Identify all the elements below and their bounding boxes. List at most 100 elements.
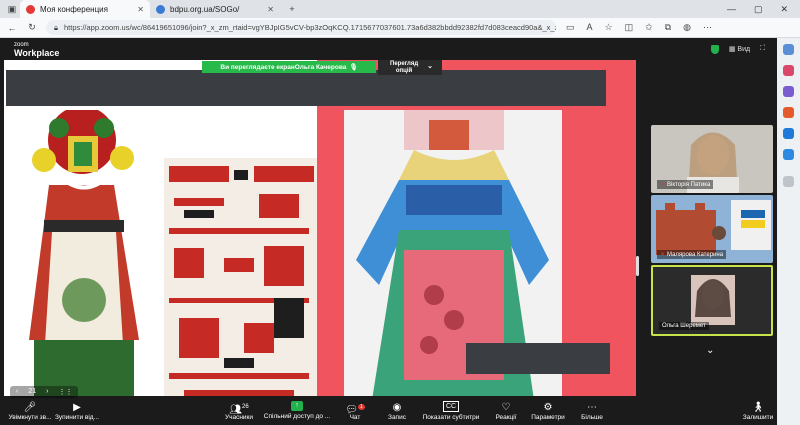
captions-label: Показати субтитри (422, 413, 480, 421)
reactions-label: Реакції (495, 413, 517, 421)
security-shield-icon[interactable] (710, 44, 719, 54)
read-aloud-icon[interactable]: A (587, 22, 593, 33)
view-label: Вид (737, 46, 751, 53)
tab-zoom-conference[interactable]: Моя конференция ✕ (20, 0, 150, 18)
chat-button[interactable]: 💬︎ 1 Чат (342, 396, 368, 425)
share-arrow-icon: ↑ (291, 401, 303, 411)
collections-icon[interactable]: ⧉ (665, 22, 671, 33)
back-icon[interactable]: ← (4, 23, 20, 33)
participant-tile[interactable]: ✕ Малярова Катерина (651, 195, 773, 263)
tools-icon[interactable] (783, 86, 794, 97)
participants-count: 26 (242, 403, 249, 410)
split-screen-icon[interactable]: ◫ (625, 22, 634, 33)
heart-icon: ♡ (501, 401, 511, 413)
slide-caption-box (466, 343, 610, 374)
participant-name: Ольга Шеремет (662, 323, 706, 329)
share-screen-button[interactable]: ↑ Спільний доступ до ... (264, 396, 330, 425)
reload-icon[interactable]: ↻ (24, 22, 40, 33)
browser-tab-bar: ▣ Моя конференция ✕ bdpu.org.ua/SOGo/ ✕ … (0, 0, 800, 18)
gear-icon: ⚙ (543, 401, 553, 413)
search-icon[interactable] (783, 44, 794, 55)
outlook-icon[interactable] (783, 128, 794, 139)
leave-icon: 🚶︎ (751, 401, 765, 413)
address-bar: ← ↻ 🔒︎ https://app.zoom.us/wc/8641965109… (0, 18, 800, 38)
embroidery-pattern-image (164, 158, 318, 416)
fullscreen-icon[interactable]: ⛶ (760, 45, 765, 53)
next-page-icon[interactable]: › (46, 388, 48, 396)
view-button[interactable]: ▦ Вид (729, 45, 750, 53)
tab-actions-icon[interactable]: ▣ (4, 4, 20, 15)
url-field[interactable]: 🔒︎ https://app.zoom.us/wc/86419651096/jo… (46, 20, 556, 35)
participant-tile[interactable]: ✕ Вікторія Патика (651, 125, 773, 193)
captions-cc-icon: CC (442, 400, 460, 412)
more-label: Більше (581, 413, 603, 421)
participant-name-tag: ✕ Малярова Катерина (657, 250, 727, 259)
zoom-window: zoom Workplace ▦ Вид ⛶ Ви переглядаєте е… (0, 38, 777, 425)
chevron-down-icon: ⌄ (427, 63, 433, 71)
zoom-favicon-icon (26, 4, 35, 14)
meeting-toolbar: 🎤︎ Увімкнути зв... ▶︎ Зупинити від... 👥︎… (0, 396, 777, 425)
zoom-logo: zoom Workplace (14, 41, 60, 58)
close-window-icon[interactable]: ✕ (780, 4, 788, 15)
participant-tile-active-speaker[interactable]: Ольга Шеремет (651, 265, 773, 336)
motanka-doll-image (4, 106, 164, 416)
unmute-label: Увімкнути зв... (8, 413, 52, 421)
url-text: https://app.zoom.us/wc/86419651096/join?… (64, 23, 556, 32)
more-button[interactable]: ⋯ Більше (578, 396, 606, 425)
participants-button[interactable]: 👥︎26 Учасники (222, 396, 256, 425)
mic-icon: 🎙︎ (349, 64, 358, 71)
settings-label: Параметри (531, 413, 565, 421)
participants-label: Учасники (224, 413, 254, 421)
participant-name-tag: ✕ Вікторія Патика (657, 180, 714, 189)
reactions-button[interactable]: ♡ Реакції (492, 396, 520, 425)
shopping-icon[interactable] (783, 65, 794, 76)
stop-video-button[interactable]: ▶︎ Зупинити від... (54, 396, 100, 425)
settings-button[interactable]: ⚙ Параметри (530, 396, 566, 425)
office-icon[interactable] (783, 107, 794, 118)
new-tab-icon[interactable]: + (284, 4, 300, 14)
page-navigator: ‹ 21 › ⋮⋮ (10, 386, 79, 398)
more-icon[interactable]: ⋯ (703, 22, 712, 33)
tab-title: bdpu.org.ua/SOGo/ (170, 4, 240, 14)
participant-name-tag: Ольга Шеремет (659, 322, 709, 330)
leave-button[interactable]: 🚶︎ Залишити (740, 396, 776, 425)
favorites-icon[interactable]: ✩ (645, 22, 653, 33)
record-icon: ◉ (392, 401, 402, 413)
close-tab-icon[interactable]: ✕ (137, 5, 144, 14)
page-number: 21 (28, 388, 37, 395)
zoom-header: zoom Workplace ▦ Вид ⛶ (0, 38, 777, 60)
muted-mic-icon: ✕ (660, 182, 666, 188)
leave-label: Залишити (742, 413, 774, 421)
captions-button[interactable]: CC Показати субтитри (420, 396, 482, 425)
mail-favicon-icon (156, 4, 165, 14)
profile-icon[interactable]: ◍ (683, 22, 691, 33)
logo-bottom: Workplace (14, 48, 60, 58)
video-camera-icon: ▶︎ (73, 401, 81, 413)
more-dots-icon: ⋯ (587, 401, 597, 413)
send-icon[interactable] (783, 149, 794, 160)
maximize-icon[interactable]: ▢ (754, 4, 763, 15)
panel-resize-handle[interactable] (636, 256, 639, 276)
view-options-button[interactable]: Перегляд опцій ⌄ (378, 60, 442, 75)
slide-caption-bar (6, 70, 606, 106)
tab-sogo[interactable]: bdpu.org.ua/SOGo/ ✕ (150, 0, 280, 18)
participant-name: Вікторія Патика (667, 181, 711, 188)
stop-video-label: Зупинити від... (54, 413, 100, 421)
edge-sidebar (777, 38, 800, 425)
muted-mic-icon: ✕ (660, 252, 666, 258)
grid-icon[interactable]: ⋮⋮ (58, 388, 72, 396)
unmute-button[interactable]: 🎤︎ Увімкнути зв... (6, 396, 54, 425)
add-icon[interactable] (783, 176, 794, 187)
participant-name: Малярова Катерина (667, 251, 724, 258)
minimize-icon[interactable]: — (727, 4, 736, 15)
chat-label: Чат (349, 413, 361, 421)
record-button[interactable]: ◉ Запис (384, 396, 410, 425)
favorite-star-icon[interactable]: ☆ (605, 22, 613, 33)
shared-screen[interactable]: Ви переглядаєте екранОльга Качерова 🎙︎ П… (4, 60, 636, 416)
prev-page-icon[interactable]: ‹ (16, 388, 18, 396)
close-tab-icon[interactable]: ✕ (267, 5, 274, 14)
camera-indicator-icon[interactable]: ▭ (566, 22, 575, 33)
more-participants-chevron-icon[interactable]: ⌄ (706, 345, 714, 356)
chat-badge: 1 (357, 403, 365, 410)
mic-muted-icon: 🎤︎ (23, 401, 37, 413)
